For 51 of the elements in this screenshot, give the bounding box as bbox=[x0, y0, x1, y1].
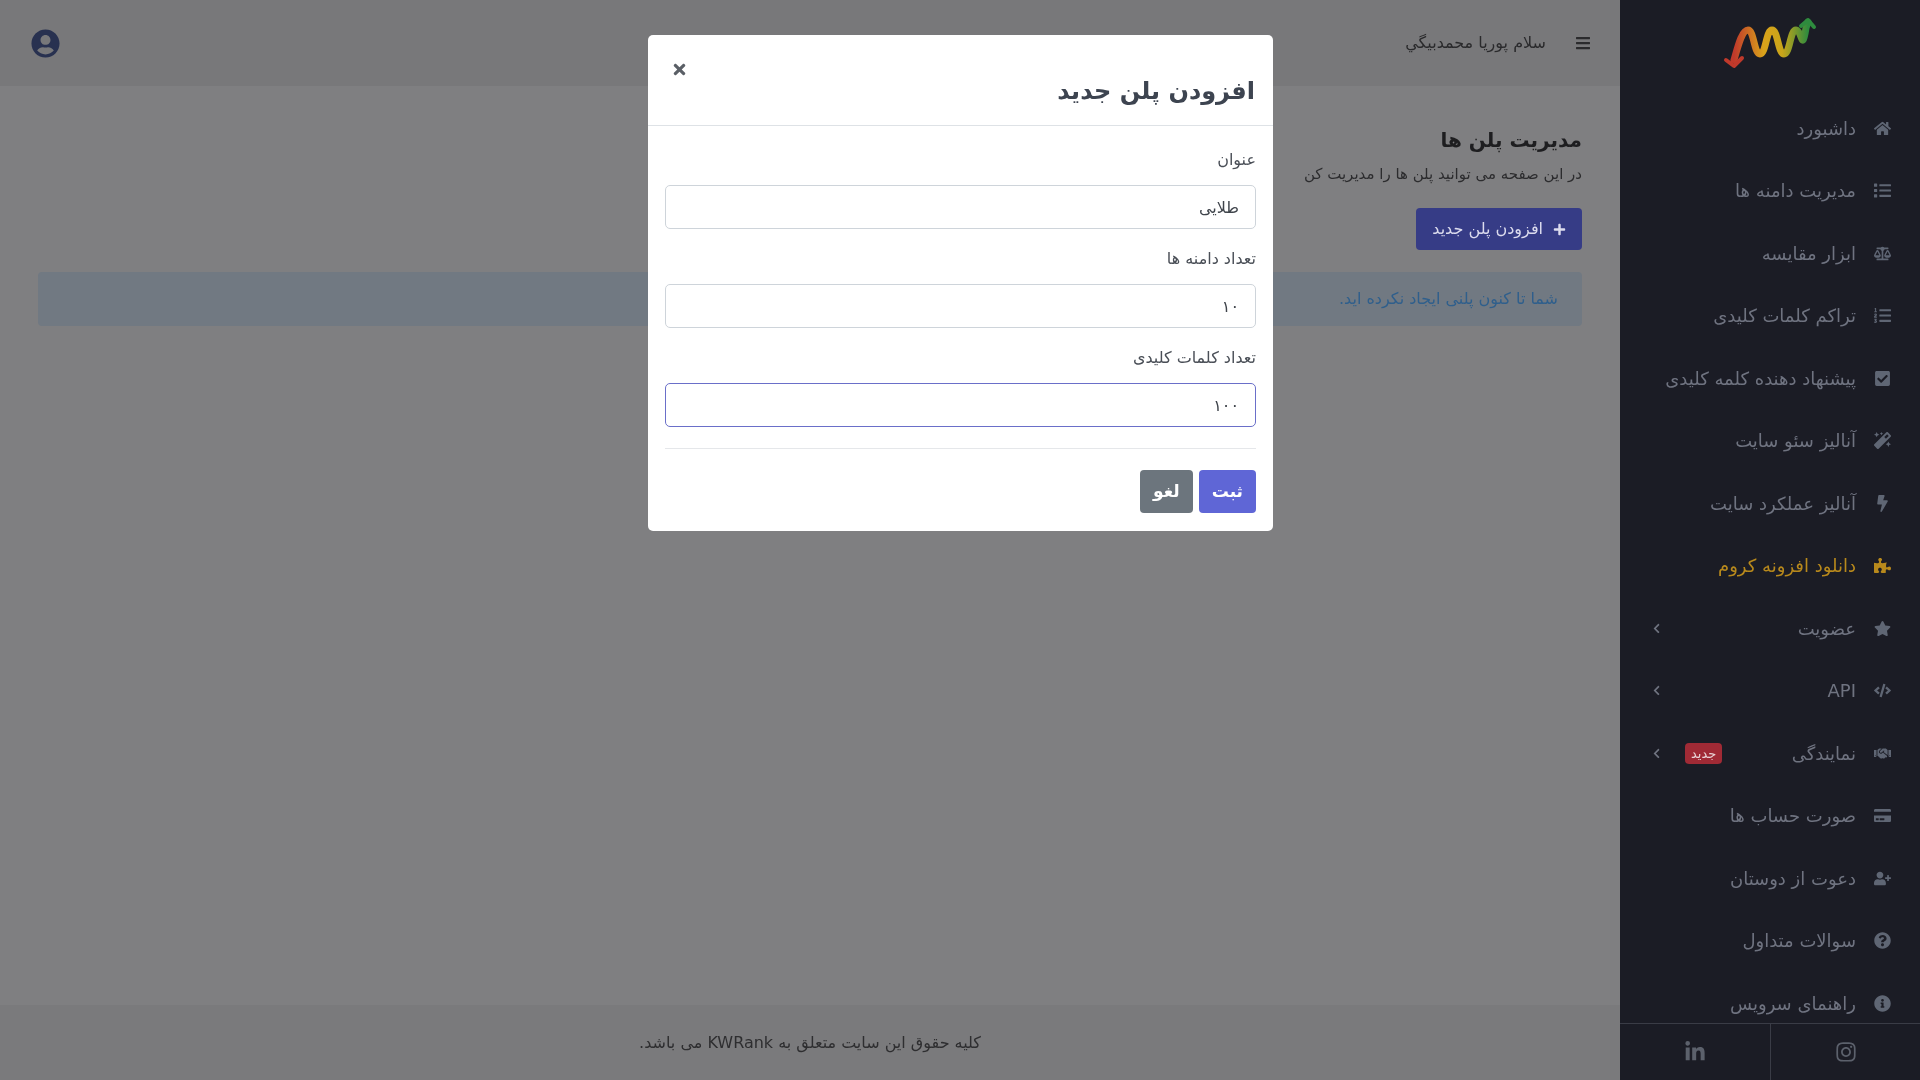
text-input[interactable]: طلایی bbox=[665, 185, 1256, 229]
add-plan-button[interactable]: افزودن پلن جدید bbox=[1416, 208, 1582, 250]
sidebar-item[interactable]: دانلود افزونه کروم bbox=[1620, 545, 1920, 586]
sidebar-item[interactable]: آنالیز عملکرد سایت bbox=[1620, 483, 1920, 523]
code-icon bbox=[1874, 682, 1891, 699]
field-label: تعداد دامنه ها bbox=[1166, 248, 1256, 270]
user-plus-icon bbox=[1874, 869, 1891, 887]
sidebar-item[interactable]: داشبورد bbox=[1620, 108, 1920, 148]
numbered-list-icon bbox=[1874, 307, 1891, 324]
home-icon bbox=[1874, 119, 1891, 137]
puzzle-icon bbox=[1874, 557, 1891, 574]
list-icon bbox=[1874, 182, 1891, 199]
sidebar-item[interactable]: عضویت bbox=[1620, 608, 1920, 648]
magic-wand-icon bbox=[1874, 432, 1891, 449]
text-input[interactable]: ۱۰ bbox=[665, 284, 1256, 328]
field-label: تعداد کلمات کلیدی bbox=[1132, 347, 1256, 369]
sidebar-item[interactable]: دعوت از دوستان bbox=[1620, 858, 1920, 898]
sidebar-item[interactable]: تراکم کلمات کلیدی bbox=[1620, 295, 1920, 336]
sidebar-item[interactable]: پیشنهاد دهنده کلمه کلیدی bbox=[1620, 358, 1920, 398]
credit-card-icon bbox=[1874, 807, 1891, 824]
greeting-text: سلام پوریا محمدبیگي bbox=[1405, 32, 1546, 55]
plus-icon bbox=[1553, 222, 1566, 236]
dialog-title: افزودن پلن جدید bbox=[1057, 76, 1255, 107]
linkedin-icon[interactable] bbox=[1684, 1041, 1706, 1063]
menu-button[interactable] bbox=[1574, 34, 1591, 52]
new-badge: جدید bbox=[1685, 742, 1723, 764]
sidebar-item[interactable]: مدیریت دامنه ها bbox=[1620, 170, 1920, 211]
user-avatar-icon[interactable] bbox=[31, 28, 60, 58]
sidebar-item[interactable]: سوالات متداول bbox=[1620, 920, 1920, 961]
alert-text: شما تا کنون پلنی ایجاد نکرده اید. bbox=[1339, 288, 1558, 311]
field-label: عنوان bbox=[1217, 149, 1256, 172]
help-icon bbox=[1874, 932, 1891, 949]
sidebar-item[interactable]: ابزار مقایسه bbox=[1620, 233, 1920, 273]
menu-icon bbox=[1574, 35, 1591, 51]
sidebar-item[interactable]: API bbox=[1620, 670, 1920, 711]
cancel-button[interactable]: لغو bbox=[1140, 470, 1193, 513]
sidebar-item[interactable]: راهنمای سرویس bbox=[1620, 983, 1920, 1023]
info-icon bbox=[1874, 994, 1891, 1012]
star-icon bbox=[1874, 619, 1891, 637]
scale-icon bbox=[1874, 244, 1891, 262]
page-description: در این صفحه می توانید پلن ها را مدیریت کن bbox=[1303, 164, 1582, 186]
copyright-text: کلیه حقوق این سایت متعلق به KWRank می باشد. bbox=[639, 1031, 981, 1055]
sidebar-item[interactable]: آنالیز سئو سایت bbox=[1620, 420, 1920, 461]
page-title: مدیریت پلن ها bbox=[1440, 127, 1582, 154]
checkbox-icon bbox=[1874, 369, 1891, 387]
text-input[interactable]: ۱۰۰ bbox=[665, 383, 1256, 427]
sidebar-item[interactable]: صورت حساب ها bbox=[1620, 795, 1920, 836]
sidebar-item[interactable]: نمایندگی جدید bbox=[1620, 733, 1920, 773]
instagram-icon[interactable] bbox=[1834, 1041, 1857, 1063]
submit-button[interactable]: ثبت bbox=[1198, 470, 1256, 513]
lightning-icon bbox=[1874, 494, 1891, 512]
